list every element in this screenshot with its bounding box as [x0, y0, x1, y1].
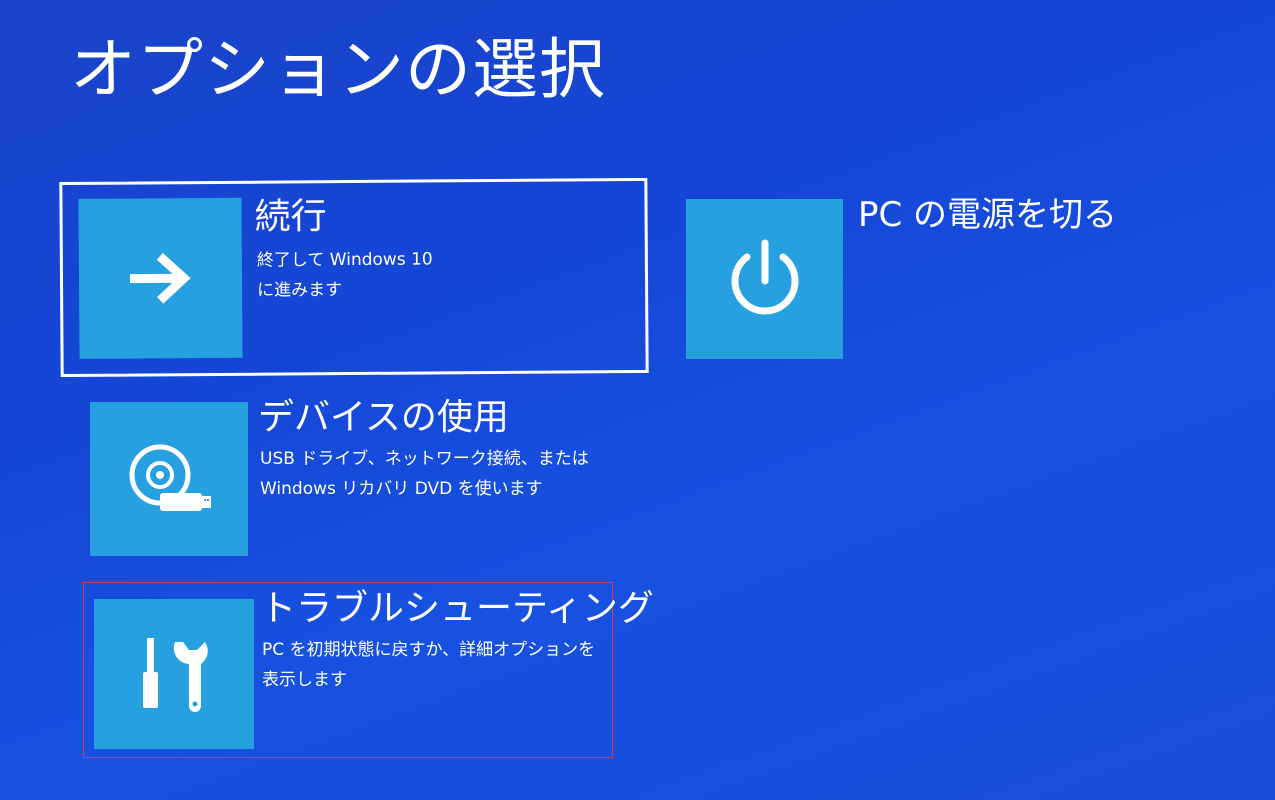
use-device-option[interactable]: デバイスの使用 USB ドライブ、ネットワーク接続、または Windows リカ…: [90, 397, 610, 563]
use-device-description-line2: Windows リカバリ DVD を使います: [260, 479, 543, 499]
power-icon: [686, 199, 843, 359]
use-device-description: USB ドライブ、ネットワーク接続、または Windows リカバリ DVD を…: [260, 444, 589, 504]
continue-description-line1: 終了して Windows 10: [256, 249, 433, 271]
troubleshoot-description-line2: 表示します: [262, 670, 347, 690]
troubleshoot-title: トラブルシューティング: [260, 588, 654, 629]
continue-title: 続行: [254, 196, 327, 238]
continue-option[interactable]: 続行 終了して Windows 10 に進みます: [59, 177, 649, 378]
troubleshoot-description: PC を初期状態に戻すか、詳細オプションを 表示します: [262, 635, 595, 695]
continue-description-line2: に進みます: [257, 280, 343, 301]
power-off-option[interactable]: PC の電源を切る: [686, 195, 1186, 365]
arrow-right-icon: [78, 197, 243, 359]
troubleshoot-option[interactable]: トラブルシューティング PC を初期状態に戻すか、詳細オプションを 表示します: [83, 582, 654, 758]
troubleshoot-description-line1: PC を初期状態に戻すか、詳細オプションを: [262, 640, 596, 660]
power-off-title: PC の電源を切る: [858, 195, 1118, 235]
use-device-title: デバイスの使用: [258, 397, 509, 438]
tools-icon: [94, 599, 254, 749]
continue-description: 終了して Windows 10 に進みます: [257, 244, 433, 305]
page-title: オプションの選択: [70, 31, 606, 108]
use-device-description-line1: USB ドライブ、ネットワーク接続、または: [260, 449, 589, 469]
disc-usb-icon: [90, 402, 248, 556]
